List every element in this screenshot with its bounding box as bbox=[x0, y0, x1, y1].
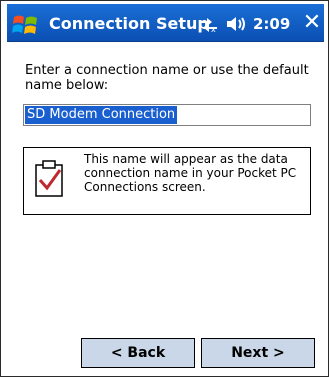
title-bar: Connection Setup x 2:09 ✕ bbox=[7, 4, 324, 42]
window-title: Connection Setup bbox=[49, 14, 209, 33]
clipboard-check-icon bbox=[35, 160, 63, 197]
back-button[interactable]: < Back bbox=[81, 338, 195, 368]
device-screen: Connection Setup x 2:09 ✕ Enter a connec… bbox=[0, 0, 329, 377]
info-text: This name will appear as the data connec… bbox=[84, 152, 297, 194]
windows-flag-icon[interactable] bbox=[11, 11, 41, 37]
next-button[interactable]: Next > bbox=[201, 338, 315, 368]
svg-text:x: x bbox=[211, 25, 216, 33]
prompt-text: Enter a connection name or use the defau… bbox=[25, 63, 309, 93]
connection-name-input[interactable]: SD Modem Connection bbox=[23, 104, 311, 126]
info-box: This name will appear as the data connec… bbox=[23, 147, 311, 215]
connection-name-value[interactable]: SD Modem Connection bbox=[25, 106, 178, 124]
close-button[interactable]: ✕ bbox=[301, 10, 323, 36]
connectivity-icon[interactable]: x bbox=[197, 15, 219, 33]
clock[interactable]: 2:09 bbox=[253, 15, 290, 33]
speaker-icon[interactable] bbox=[225, 14, 249, 34]
